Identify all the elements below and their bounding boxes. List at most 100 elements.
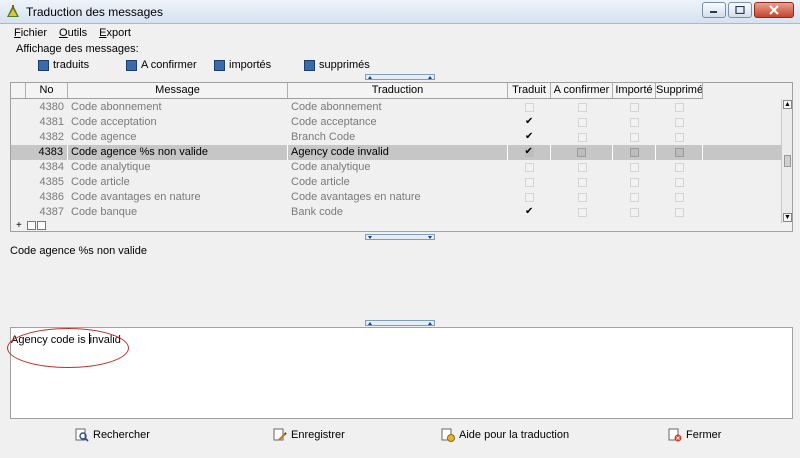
checkbox-icon[interactable] [577, 193, 587, 202]
checkbox-icon[interactable] [525, 103, 534, 112]
checkbox-icon[interactable] [577, 148, 586, 157]
row-selector[interactable] [11, 100, 26, 115]
filter-traduits[interactable]: traduits [38, 59, 126, 71]
row-selector[interactable] [11, 175, 26, 190]
cell-no: 4383 [26, 145, 68, 160]
cell-traduction[interactable]: Branch Code [288, 130, 508, 145]
menu-outils[interactable]: Outils [53, 25, 93, 42]
close-window-button[interactable] [754, 2, 794, 18]
table-row[interactable]: 4380 Code abonnement Code abonnement [11, 100, 781, 115]
cell-message: Code banque [71, 206, 138, 218]
scroll-up-icon[interactable]: ▲ [783, 100, 792, 109]
filter-a-confirmer[interactable]: A confirmer [126, 59, 214, 71]
checkbox-icon[interactable] [629, 148, 639, 157]
table-row[interactable]: 4386 Code avantages en nature Code avantag… [11, 190, 781, 205]
scroll-thumb[interactable] [784, 155, 791, 167]
checkmark-icon[interactable] [524, 145, 534, 159]
cell-traduction[interactable]: Code abonnement [288, 100, 508, 115]
table-row[interactable]: 4385 Code article Code article [11, 175, 781, 190]
close-icon [769, 5, 779, 15]
checkbox-icon[interactable] [674, 148, 684, 157]
row-selector[interactable] [11, 160, 26, 175]
table-row[interactable]: 4382 Code agence Branch Code [11, 130, 781, 145]
cell-supprime [656, 190, 703, 205]
column-supprime[interactable]: Supprimé [656, 83, 703, 98]
cell-traduit [508, 175, 551, 190]
checkbox-icon[interactable] [630, 193, 639, 202]
cell-traduction[interactable]: Bank code [288, 205, 508, 220]
checkbox-icon[interactable] [577, 118, 587, 127]
expand-icon[interactable]: + [16, 221, 22, 231]
filter-importes[interactable]: importés [214, 59, 304, 71]
checkbox-icon[interactable] [577, 208, 587, 217]
checkmark-icon[interactable] [525, 205, 534, 219]
checkbox-icon [304, 59, 315, 71]
column-message[interactable]: Message [68, 83, 288, 98]
row-selector[interactable] [11, 130, 26, 145]
checkbox-icon[interactable] [675, 163, 684, 172]
checkbox-icon[interactable] [577, 103, 587, 112]
checkbox-icon[interactable] [577, 133, 587, 142]
arrow-down-icon [368, 235, 372, 239]
table-row[interactable]: 4383 Code agence %s non valide Agency code… [11, 145, 781, 160]
cell-traduction[interactable]: Code acceptance [288, 115, 508, 130]
row-selector[interactable] [11, 115, 26, 130]
checkbox-icon[interactable] [577, 163, 587, 172]
checkbox-icon[interactable] [675, 193, 684, 202]
column-importe[interactable]: Importé [613, 83, 656, 98]
row-selector[interactable] [11, 190, 26, 205]
cell-traduction[interactable]: Code analytique [288, 160, 508, 175]
splitter-handle-top[interactable] [365, 74, 435, 80]
checkbox-icon[interactable] [525, 178, 534, 187]
maximize-button[interactable] [728, 2, 752, 18]
row-selector[interactable] [11, 205, 26, 220]
menu-fichier[interactable]: Fichier [8, 25, 53, 42]
scroll-left-icon[interactable] [27, 221, 36, 230]
checkbox-icon[interactable] [577, 178, 587, 187]
scroll-down-icon[interactable]: ▼ [783, 213, 792, 222]
cell-no: 4387 [39, 206, 64, 218]
column-no[interactable]: No [26, 83, 68, 98]
checkbox-icon[interactable] [630, 163, 639, 172]
splitter-handle-bottom[interactable] [365, 320, 435, 326]
scroll-right-icon[interactable] [37, 221, 46, 230]
help-document-icon [441, 428, 455, 442]
checkbox-icon[interactable] [630, 103, 639, 112]
cell-supprime [656, 145, 703, 160]
checkmark-icon[interactable] [525, 115, 534, 129]
column-traduit[interactable]: Traduit [508, 83, 551, 98]
translation-editor[interactable]: Agency code is invalid [7, 327, 793, 419]
checkbox-icon[interactable] [630, 133, 639, 142]
checkbox-icon[interactable] [675, 133, 684, 142]
search-button[interactable]: Rechercher [75, 428, 150, 442]
column-a-confirmer[interactable]: A confirmer [551, 83, 613, 98]
table-row[interactable]: 4381 Code acceptation Code acceptance [11, 115, 781, 130]
checkbox-icon[interactable] [630, 178, 639, 187]
checkbox-icon[interactable] [525, 193, 534, 202]
row-selector[interactable] [11, 145, 26, 160]
cell-traduit [508, 205, 551, 220]
horizontal-scrollbar[interactable] [27, 221, 46, 230]
cell-traduction[interactable]: Code article [288, 175, 508, 190]
checkbox-icon[interactable] [630, 118, 639, 127]
checkbox-icon[interactable] [525, 163, 534, 172]
minimize-button[interactable] [702, 2, 726, 18]
close-button[interactable]: Fermer [668, 428, 721, 442]
cell-traduction[interactable]: Agency code invalid [288, 145, 508, 160]
table-row[interactable]: 4384 Code analytique Code analytique [11, 160, 781, 175]
checkbox-icon[interactable] [675, 208, 684, 217]
column-traduction[interactable]: Traduction [288, 83, 508, 98]
checkbox-icon[interactable] [675, 178, 684, 187]
checkbox-icon[interactable] [630, 208, 639, 217]
save-button[interactable]: Enregistrer [273, 428, 345, 442]
cell-message: Code agence %s non valide [68, 145, 288, 160]
checkmark-icon[interactable] [525, 130, 534, 144]
filter-supprimes[interactable]: supprimés [304, 59, 394, 71]
checkbox-icon[interactable] [675, 103, 684, 112]
vertical-scrollbar[interactable]: ▲ ▼ [781, 99, 792, 223]
help-translation-button[interactable]: Aide pour la traduction [441, 428, 569, 442]
menu-export[interactable]: Export [93, 25, 137, 42]
checkbox-icon[interactable] [675, 118, 684, 127]
cell-traduction[interactable]: Code avantages en nature [288, 190, 508, 205]
table-row[interactable]: 4387 Code banque Bank code [11, 205, 781, 220]
